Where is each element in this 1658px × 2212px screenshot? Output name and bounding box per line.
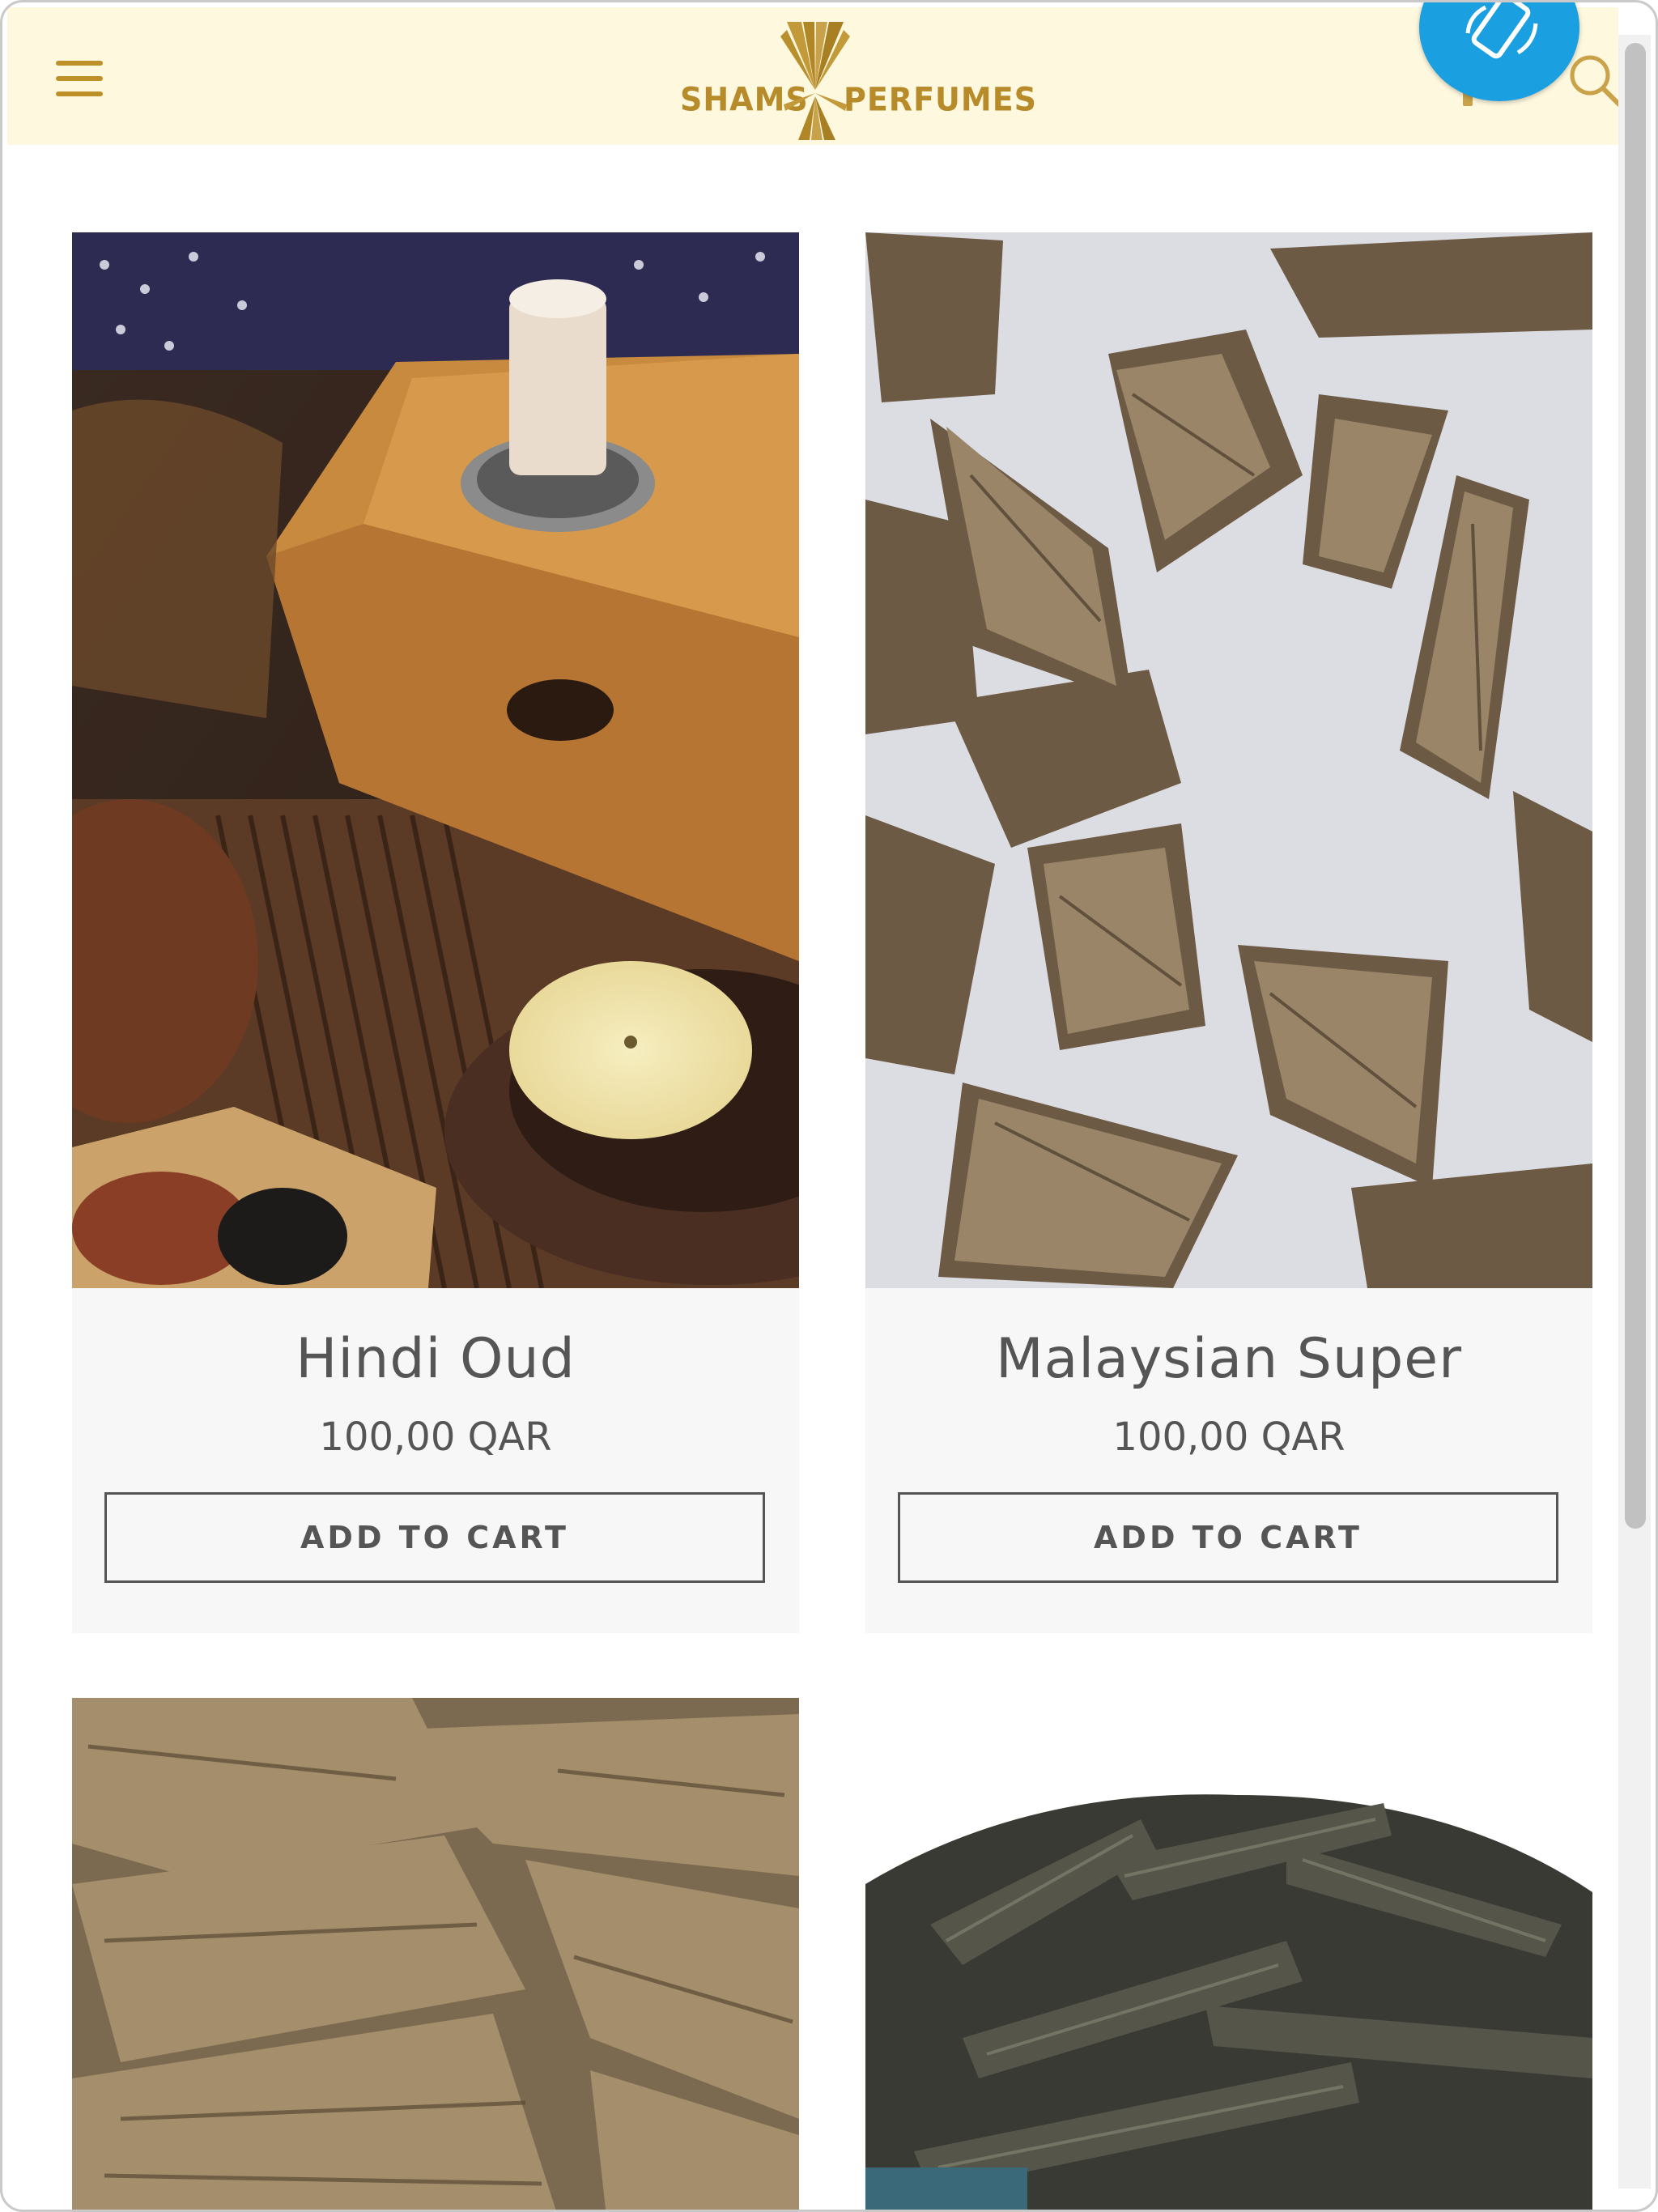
- product-image-oud-wood-slices[interactable]: [72, 1698, 799, 2212]
- product-title[interactable]: Malaysian Super: [865, 1327, 1592, 1391]
- product-image-dark-oud-chips[interactable]: [865, 1698, 1592, 2212]
- product-price: 100,00 QAR: [1112, 1414, 1346, 1460]
- hamburger-icon[interactable]: [56, 61, 103, 96]
- product-card-hindi-oud[interactable]: Hindi Oud 100,00 QAR ADD TO CART: [72, 232, 799, 1633]
- site-header: SHAMS PERFUMES: [7, 7, 1622, 145]
- brand-logo[interactable]: SHAMS PERFUMES: [675, 19, 1036, 140]
- search-icon[interactable]: [1566, 51, 1624, 109]
- add-to-cart-button[interactable]: ADD TO CART: [104, 1492, 765, 1583]
- logo-text-right: PERFUMES: [844, 80, 1038, 119]
- product-image-incense-box[interactable]: [72, 232, 799, 1288]
- add-to-cart-button[interactable]: ADD TO CART: [898, 1492, 1558, 1583]
- product-card-3[interactable]: [72, 1698, 799, 2212]
- logo-mark-icon: [780, 22, 850, 140]
- product-card-malaysian-super[interactable]: Malaysian Super 100,00 QAR ADD TO CART: [865, 232, 1592, 1633]
- product-card-4[interactable]: [865, 1698, 1592, 2212]
- app-frame: SHAMS PERFUMES Hindi Oud 100,00 QAR ADD …: [0, 0, 1658, 2212]
- product-image-agarwood-chips[interactable]: [865, 232, 1592, 1288]
- product-price: 100,00 QAR: [319, 1414, 552, 1460]
- product-title[interactable]: Hindi Oud: [72, 1327, 799, 1391]
- screen-rotate-icon: [1465, 2, 1538, 59]
- scrollbar-thumb[interactable]: [1625, 43, 1646, 1529]
